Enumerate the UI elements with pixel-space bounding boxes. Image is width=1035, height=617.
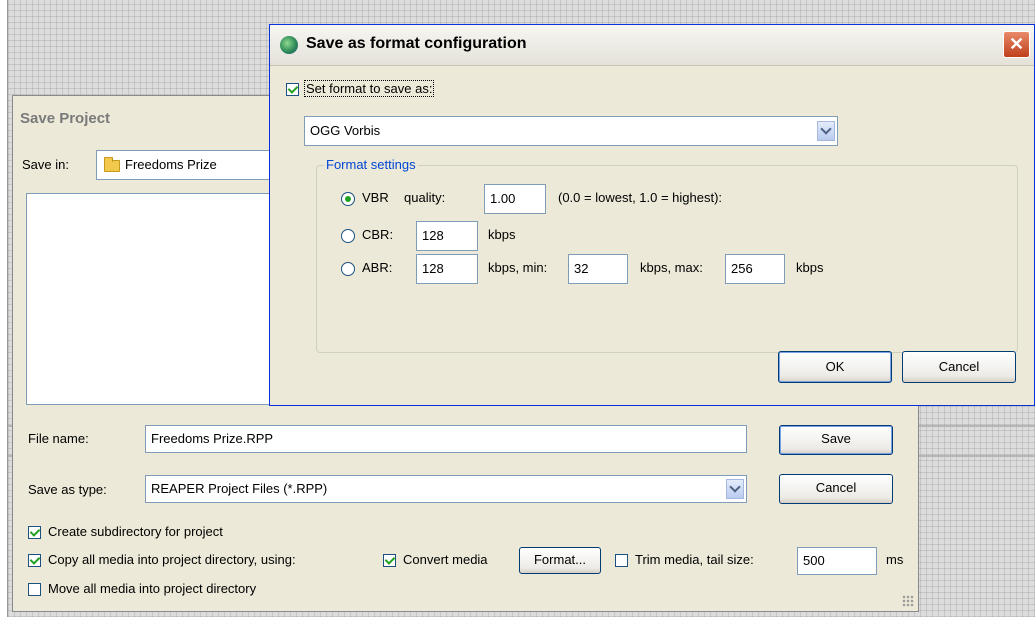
copy-media-checkbox[interactable] [28, 554, 41, 567]
reaper-app-icon [280, 36, 298, 54]
quality-range-note: (0.0 = lowest, 1.0 = highest): [558, 190, 723, 205]
abr-max-label: kbps, max: [640, 260, 703, 275]
format-settings-title: Format settings [324, 157, 418, 172]
file-list[interactable] [26, 193, 286, 405]
cbr-unit-label: kbps [488, 227, 516, 242]
cancel-button[interactable]: Cancel [779, 474, 893, 504]
abr-bitrate-input[interactable]: 128 [416, 254, 478, 284]
folder-icon [104, 157, 120, 172]
tail-unit-label: ms [886, 552, 904, 567]
cancel-button[interactable]: Cancel [902, 351, 1016, 383]
convert-media-label: Convert media [403, 552, 488, 567]
copy-media-label: Copy all media into project directory, u… [48, 552, 296, 567]
move-media-checkbox[interactable] [28, 583, 41, 596]
format-button[interactable]: Format... [519, 547, 601, 574]
move-media-label: Move all media into project directory [48, 581, 257, 596]
tail-size-input[interactable]: 500 [797, 547, 877, 575]
create-subdirectory-checkbox[interactable] [28, 526, 41, 539]
save-as-type-value: REAPER Project Files (*.RPP) [151, 481, 328, 496]
trim-media-label: Trim media, tail size: [635, 552, 754, 567]
save-in-label: Save in: [22, 157, 69, 172]
resize-grip[interactable] [902, 595, 914, 607]
save-as-type-label: Save as type: [28, 482, 107, 497]
set-format-checkbox[interactable] [286, 83, 299, 96]
title-bar[interactable]: Save as format configuration ✕ [270, 25, 1034, 66]
cbr-bitrate-value: 128 [422, 228, 444, 243]
abr-radio[interactable] [341, 262, 355, 276]
save-as-type-dropdown[interactable]: REAPER Project Files (*.RPP) [145, 475, 747, 503]
abr-bitrate-value: 128 [422, 261, 444, 276]
cbr-label: CBR: [362, 227, 394, 242]
set-format-label: Set format to save as: [304, 80, 435, 97]
file-name-label: File name: [28, 431, 89, 446]
vbr-label: VBR [362, 190, 389, 205]
close-icon: ✕ [1008, 34, 1025, 54]
chevron-down-icon[interactable] [817, 121, 835, 141]
vbr-radio[interactable] [341, 192, 355, 206]
abr-label: ABR: [362, 260, 393, 275]
file-name-input[interactable]: Freedoms Prize.RPP [145, 425, 747, 453]
abr-min-input[interactable]: 32 [568, 254, 628, 284]
file-name-value: Freedoms Prize.RPP [151, 431, 274, 446]
save-in-dropdown[interactable]: Freedoms Prize [96, 150, 276, 180]
format-selected-value: OGG Vorbis [310, 123, 381, 138]
window-title: Save as format configuration [306, 35, 527, 52]
ok-button[interactable]: OK [778, 351, 892, 383]
convert-media-checkbox[interactable] [383, 554, 396, 567]
cbr-bitrate-input[interactable]: 128 [416, 221, 478, 251]
abr-min-value: 32 [574, 261, 589, 276]
quality-input[interactable]: 1.00 [484, 184, 546, 214]
create-subdirectory-label: Create subdirectory for project [48, 524, 223, 539]
format-dropdown[interactable]: OGG Vorbis [304, 116, 838, 146]
save-button[interactable]: Save [779, 425, 893, 455]
abr-min-label: kbps, min: [488, 260, 548, 275]
abr-max-value: 256 [731, 261, 753, 276]
abr-unit-label: kbps [796, 260, 824, 275]
abr-max-input[interactable]: 256 [725, 254, 785, 284]
quality-value: 1.00 [490, 191, 516, 206]
close-button[interactable]: ✕ [1003, 31, 1030, 58]
cbr-radio[interactable] [341, 229, 355, 243]
chevron-down-icon[interactable] [726, 479, 744, 499]
format-config-dialog: Save as format configuration ✕ Set forma… [269, 24, 1035, 406]
trim-media-checkbox[interactable] [615, 554, 628, 567]
save-in-value: Freedoms Prize [125, 157, 217, 172]
quality-label: quality: [404, 190, 446, 205]
dialog-title: Save Project [20, 110, 111, 127]
tail-size-value: 500 [803, 553, 825, 568]
